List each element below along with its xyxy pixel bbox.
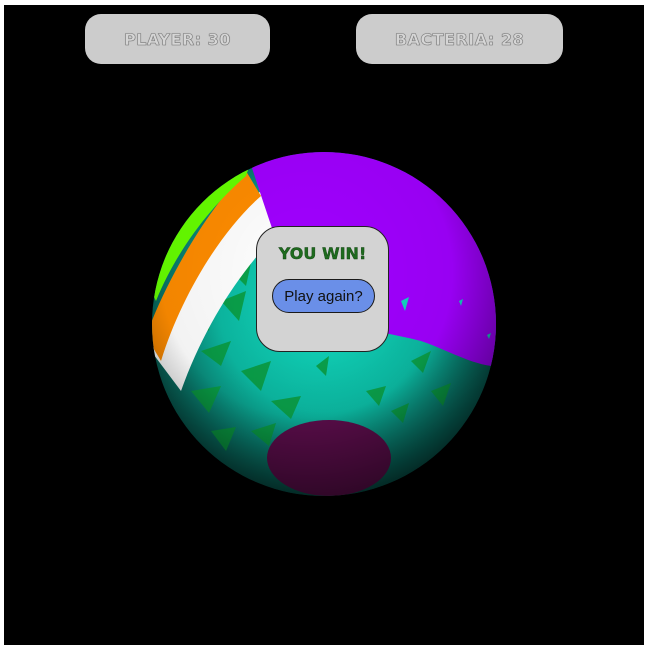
win-dialog: YOU WIN! Play again? [256,226,389,352]
bacteria-score-box: BACTERIA: 28 [356,14,563,64]
game-canvas[interactable]: PLAYER: 30 BACTERIA: 28 YOU WIN! Play ag… [4,5,644,645]
player-score-box: PLAYER: 30 [85,14,270,64]
play-again-button[interactable]: Play again? [272,279,375,313]
win-title: YOU WIN! [278,244,367,263]
player-score-label: PLAYER: 30 [124,29,231,49]
bacteria-score-label: BACTERIA: 28 [394,29,525,49]
